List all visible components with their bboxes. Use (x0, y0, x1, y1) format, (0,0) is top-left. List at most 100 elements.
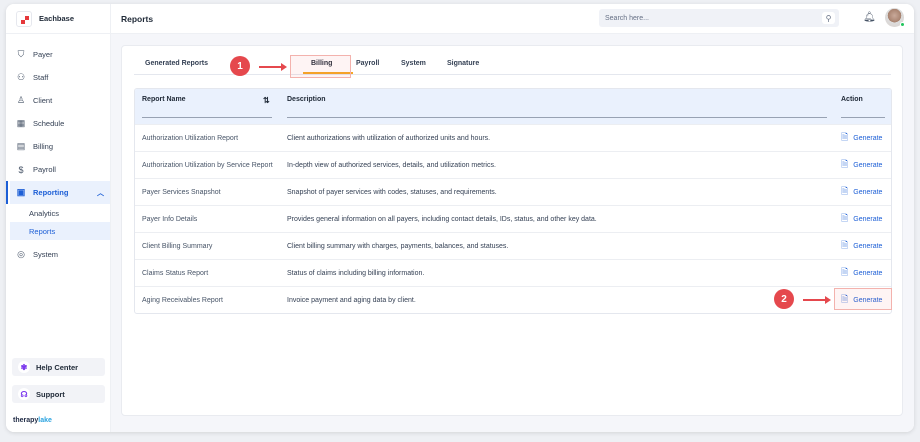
report-description: Status of claims including billing infor… (287, 269, 425, 277)
annotation-arrow-right-icon (259, 63, 287, 71)
eachbase-logo-icon (16, 10, 32, 27)
report-description: Client authorizations with utilization o… (287, 134, 491, 142)
generate-report-icon: 🗎︎ (841, 267, 849, 277)
report-name: Aging Receivables Report (142, 296, 223, 304)
search-placeholder: Search here... (605, 14, 649, 22)
users-icon: ⚇ (16, 72, 26, 82)
sidebar-subitem-reports[interactable]: Reports (10, 222, 110, 240)
table-row: Authorization Utilization Report Client … (135, 124, 891, 151)
generate-label: Generate (853, 242, 883, 250)
support-button[interactable]: ☊ Support (12, 385, 105, 403)
sidebar-item-label: System (33, 250, 59, 259)
sidebar-item-label: Billing (33, 142, 54, 151)
search-input[interactable]: Search here... ⚲ (599, 9, 839, 27)
filter-line (841, 117, 885, 118)
sidebar-nav: ⛉ Payer ⚇ Staff ♙ Client ▦ Schedule ▤ Billing… (6, 34, 110, 266)
page-title: Reports (121, 13, 154, 24)
sidebar-item-label: Client (33, 96, 53, 105)
logo-text-b: lake (38, 417, 52, 424)
user-icon: ♙ (16, 95, 26, 105)
generate-button[interactable]: 🗎︎ Generate (841, 239, 882, 253)
generate-report-icon: 🗎︎ (841, 186, 849, 196)
sort-icon[interactable]: ⇅ (263, 96, 270, 105)
report-name: Payer Services Snapshot (142, 188, 221, 196)
filter-line (142, 117, 272, 118)
headset-icon: ☊ (18, 388, 30, 400)
generate-report-icon: 🗎︎ (841, 240, 849, 250)
report-name: Authorization Utilization Report (142, 134, 239, 142)
chevron-up-icon[interactable]: ︿ (97, 188, 104, 198)
generate-button[interactable]: 🗎︎ Generate (841, 266, 882, 280)
receipt-icon: ▤ (16, 141, 26, 151)
shield-icon: ⛉ (17, 49, 25, 59)
report-name: Client Billing Summary (142, 242, 213, 250)
sidebar-item-label: Staff (33, 73, 49, 82)
app-window: Eachbase ⛉ Payer ⚇ Staff ♙ Client ▦ Schedule… (6, 4, 914, 432)
tab-payroll[interactable]: Payroll (356, 60, 379, 67)
table-header: Report Name ⇅ Description Action (135, 89, 891, 124)
annotation-highlight-generate (834, 288, 892, 310)
report-description: Snapshot of payer services with codes, s… (287, 188, 497, 196)
generate-report-icon: 🗎︎ (841, 132, 849, 142)
sidebar: Eachbase ⛉ Payer ⚇ Staff ♙ Client ▦ Schedule… (6, 4, 111, 432)
money-icon: $ (18, 164, 24, 175)
brand[interactable]: Eachbase (6, 4, 110, 34)
generate-button[interactable]: 🗎︎ Generate (841, 185, 882, 199)
generate-label: Generate (853, 134, 883, 142)
report-description: Client billing summary with charges, pay… (287, 242, 509, 250)
online-status-dot (900, 22, 905, 27)
sidebar-item-label: Payroll (33, 165, 56, 174)
tab-system[interactable]: System (401, 60, 426, 67)
generate-label: Generate (853, 188, 883, 196)
generate-report-icon: 🗎︎ (841, 213, 849, 223)
generate-button[interactable]: 🗎︎ Generate (841, 158, 882, 172)
help-center-label: Help Center (36, 362, 79, 372)
table-row: Claims Status Report Status of claims in… (135, 259, 891, 286)
sidebar-item-client[interactable]: ♙ Client (6, 89, 110, 112)
annotation-highlight-billing-tab (290, 55, 351, 78)
sidebar-item-schedule[interactable]: ▦ Schedule (6, 112, 110, 135)
table-row: Client Billing Summary Client billing su… (135, 232, 891, 259)
generate-label: Generate (853, 215, 883, 223)
generate-label: Generate (853, 161, 883, 169)
annotation-arrow-right-icon (803, 296, 831, 304)
generate-label: Generate (853, 269, 883, 277)
tab-generated-reports[interactable]: Generated Reports (145, 60, 208, 67)
help-icon: ✾ (18, 361, 30, 373)
sidebar-item-payer[interactable]: ⛉ Payer (6, 43, 110, 66)
sidebar-item-label: Payer (33, 50, 53, 59)
generate-report-icon: 🗎︎ (841, 159, 849, 169)
reports-table: Report Name ⇅ Description Action Authori… (134, 88, 892, 314)
table-row: Authorization Utilization by Service Rep… (135, 151, 891, 178)
sidebar-subitem-analytics[interactable]: Analytics (6, 204, 110, 222)
table-row: Payer Services Snapshot Snapshot of paye… (135, 178, 891, 205)
bell-icon[interactable]: 🔔︎ (863, 12, 876, 23)
gear-icon: ◎ (17, 249, 25, 259)
top-header: Reports Search here... ⚲ 🔔︎ (111, 4, 914, 34)
generate-button[interactable]: 🗎︎ Generate (841, 212, 882, 226)
annotation-badge-1: 1 (230, 56, 250, 76)
support-label: Support (36, 389, 65, 399)
logo-text-a: therapy (13, 417, 39, 424)
therapylake-logo: therapylake (13, 417, 52, 424)
help-center-button[interactable]: ✾ Help Center (12, 358, 105, 376)
calendar-icon: ▦ (16, 118, 26, 128)
sidebar-item-system[interactable]: ◎ System (6, 243, 110, 266)
header-description: Description (287, 96, 326, 103)
header-report-name[interactable]: Report Name (142, 96, 186, 103)
sidebar-item-billing[interactable]: ▤ Billing (6, 135, 110, 158)
sidebar-item-reporting[interactable]: ▣ Reporting ︿ (6, 181, 110, 204)
report-name: Authorization Utilization by Service Rep… (142, 161, 273, 169)
report-description: Invoice payment and aging data by client… (287, 296, 416, 304)
sidebar-item-label: Schedule (33, 119, 65, 128)
sidebar-item-staff[interactable]: ⚇ Staff (6, 66, 110, 89)
generate-button[interactable]: 🗎︎ Generate (841, 131, 882, 145)
avatar[interactable] (885, 8, 905, 27)
reports-card: Generated Reports Billing Payroll System… (121, 45, 903, 416)
search-icon[interactable]: ⚲ (822, 12, 835, 24)
filter-line (287, 117, 827, 118)
tab-signature[interactable]: Signature (447, 60, 479, 67)
sidebar-item-payroll[interactable]: $ Payroll (6, 158, 110, 181)
annotation-badge-2: 2 (774, 289, 794, 309)
sidebar-item-label: Reporting (33, 188, 69, 197)
